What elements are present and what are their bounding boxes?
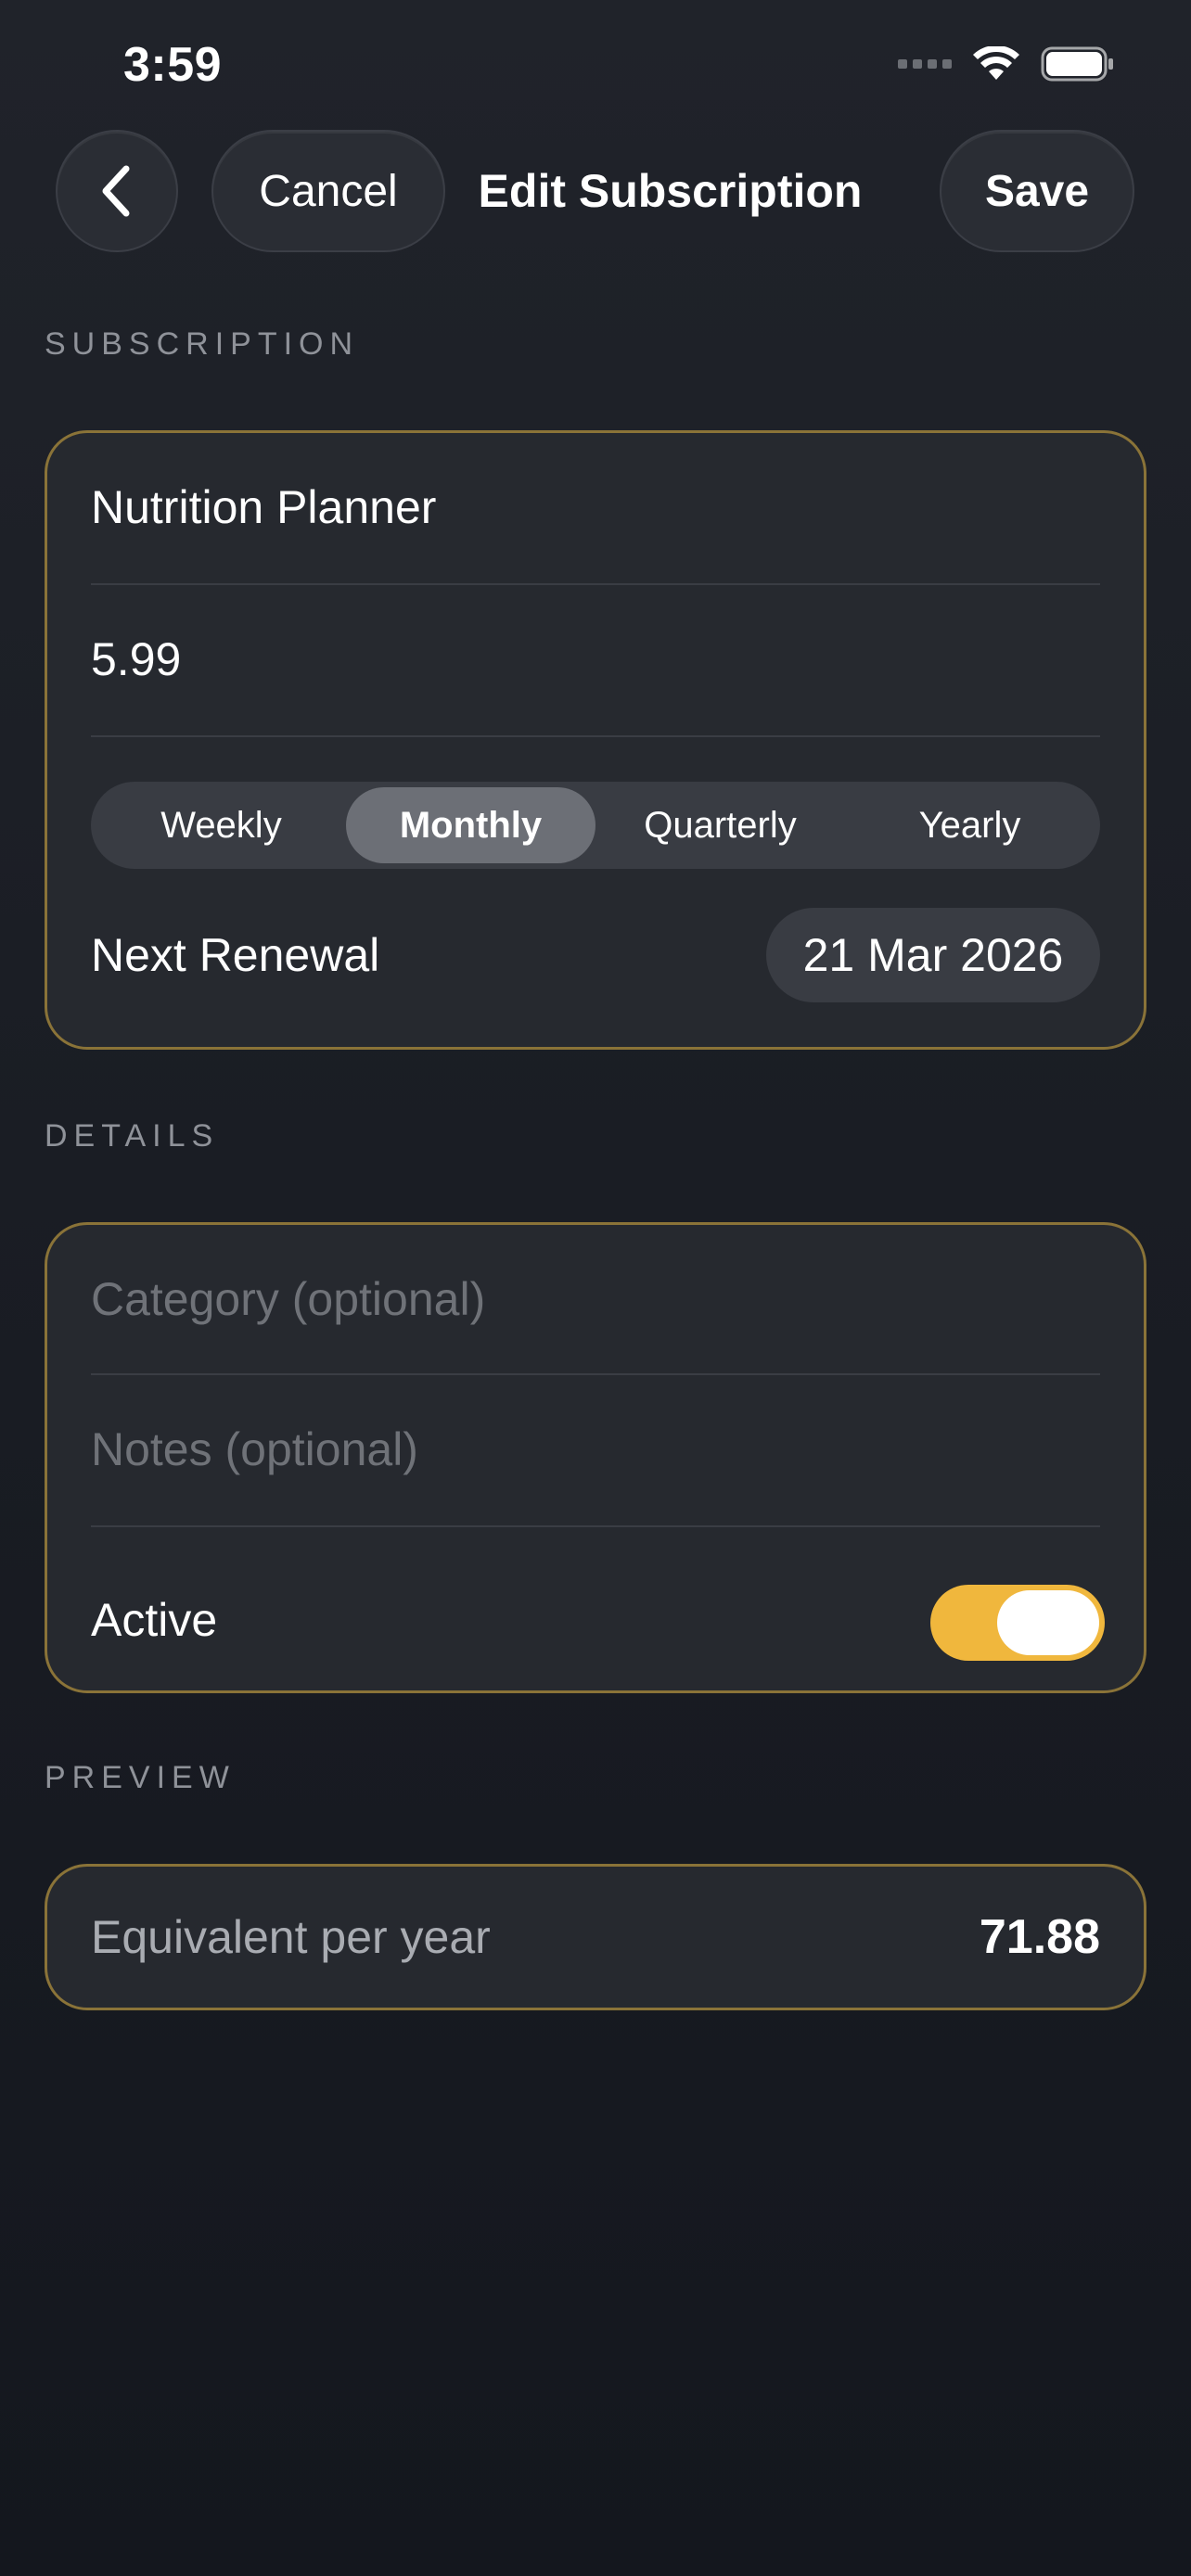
details-card: Category (optional) Notes (optional) Act… — [45, 1222, 1146, 1693]
price-field[interactable]: 5.99 — [91, 613, 1100, 706]
subscription-section-header: SUBSCRIPTION — [45, 326, 360, 362]
subscription-card: Nutrition Planner 5.99 Weekly Monthly Qu… — [45, 430, 1146, 1050]
preview-section-header: PREVIEW — [45, 1760, 236, 1795]
name-field[interactable]: Nutrition Planner — [91, 461, 1100, 554]
preview-row: Equivalent per year 71.88 — [91, 1889, 1100, 1985]
segment-weekly[interactable]: Weekly — [96, 787, 346, 863]
save-button[interactable]: Save — [940, 130, 1134, 252]
preview-value: 71.88 — [979, 1910, 1100, 1964]
segment-yearly[interactable]: Yearly — [845, 787, 1095, 863]
status-bar: 3:59 — [0, 0, 1191, 130]
next-renewal-label: Next Renewal — [91, 929, 380, 981]
details-section-header: DETAILS — [45, 1118, 220, 1154]
notes-placeholder: Notes (optional) — [91, 1423, 418, 1475]
segment-quarterly[interactable]: Quarterly — [596, 787, 845, 863]
divider — [91, 1373, 1100, 1375]
status-time: 3:59 — [123, 38, 223, 92]
wifi-icon — [972, 46, 1020, 82]
toggle-knob — [997, 1590, 1099, 1655]
category-placeholder: Category (optional) — [91, 1273, 486, 1325]
preview-label: Equivalent per year — [91, 1911, 491, 1963]
segment-monthly[interactable]: Monthly — [346, 787, 596, 863]
divider — [91, 583, 1100, 585]
price-value: 5.99 — [91, 633, 182, 685]
active-toggle[interactable] — [930, 1585, 1105, 1661]
divider — [91, 735, 1100, 737]
edit-subscription-screen: 3:59 Cancel Edit Subscription Save SUBSC… — [0, 0, 1191, 2576]
navigation-bar: Cancel Edit Subscription Save — [0, 130, 1191, 256]
notes-field[interactable]: Notes (optional) — [91, 1403, 1100, 1496]
divider — [91, 1525, 1100, 1527]
cancel-button[interactable]: Cancel — [211, 130, 445, 252]
status-icons — [898, 46, 1115, 82]
battery-icon — [1041, 46, 1115, 82]
frequency-segmented-control: Weekly Monthly Quarterly Yearly — [91, 782, 1100, 869]
page-title: Edit Subscription — [478, 165, 863, 217]
name-value: Nutrition Planner — [91, 481, 437, 533]
cellular-signal-icon — [898, 59, 952, 69]
back-button[interactable] — [56, 130, 178, 252]
category-field[interactable]: Category (optional) — [91, 1253, 1100, 1345]
chevron-left-icon — [102, 165, 130, 217]
preview-card: Equivalent per year 71.88 — [45, 1864, 1146, 2010]
active-label: Active — [91, 1594, 218, 1646]
next-renewal-date-picker[interactable]: 21 Mar 2026 — [766, 908, 1100, 1002]
